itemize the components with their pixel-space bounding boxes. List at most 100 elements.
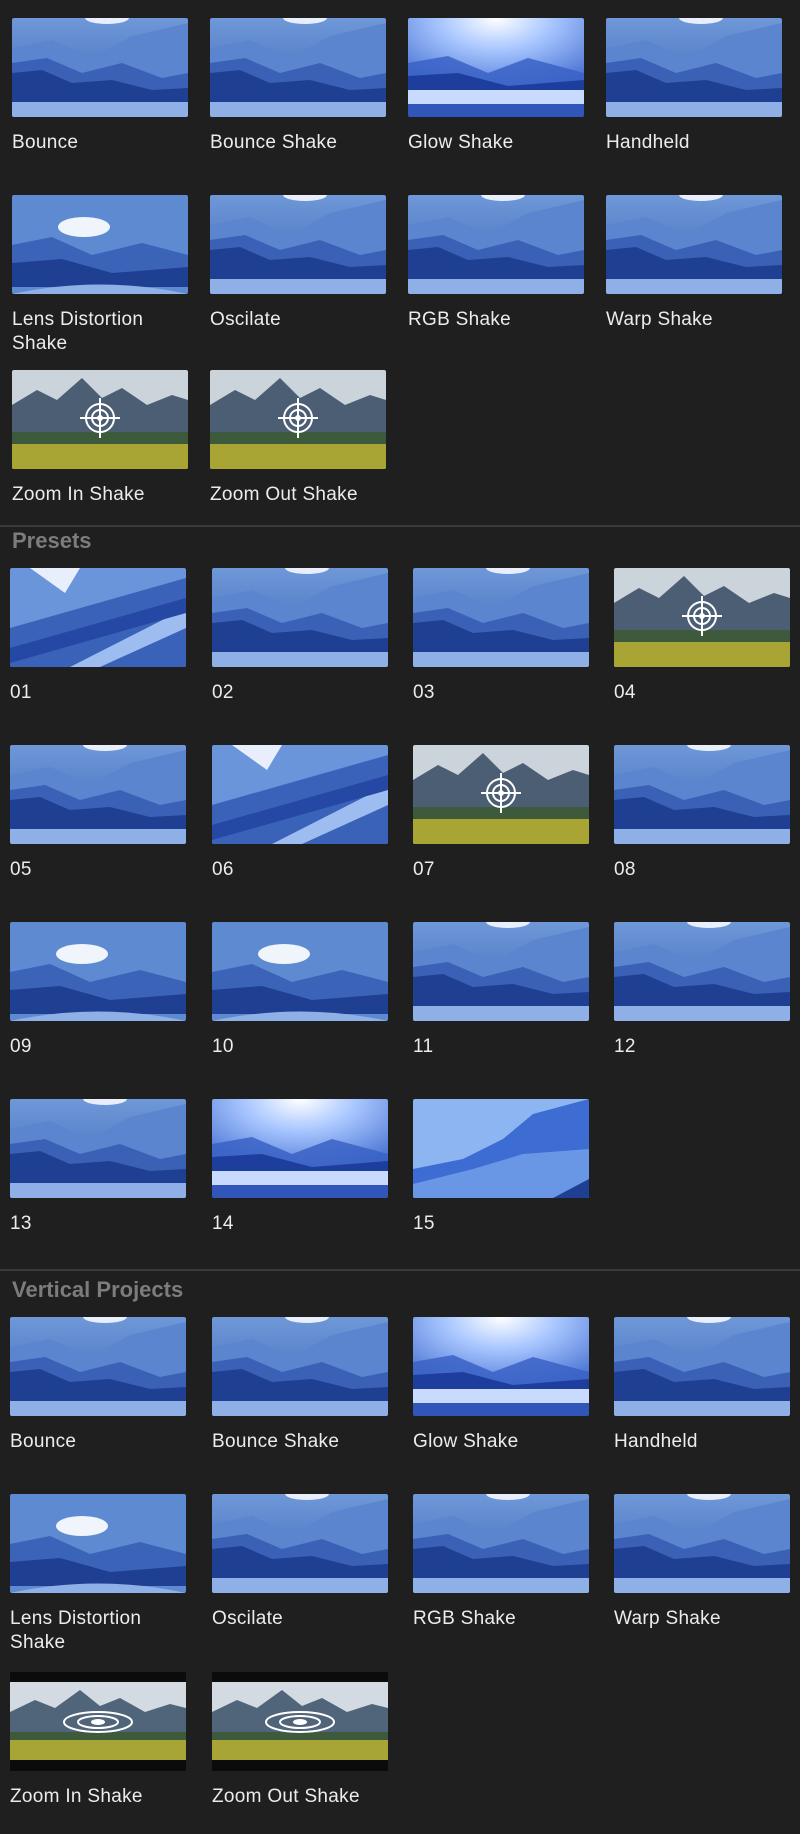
effect-label: Warp Shake	[606, 309, 713, 330]
preset-tile[interactable]: 06	[212, 745, 388, 882]
vertical-effect-tile[interactable]: Handheld	[614, 1317, 790, 1454]
preset-tile[interactable]: 09	[10, 922, 186, 1059]
effect-tile[interactable]: Zoom Out Shake	[210, 370, 386, 507]
preset-label: 02	[212, 682, 234, 703]
preset-label: 04	[614, 682, 636, 703]
preset-tile[interactable]: 05	[10, 745, 186, 882]
preset-label: 12	[614, 1036, 636, 1057]
vertical-effect-tile[interactable]: Bounce	[10, 1317, 186, 1454]
vertical-effect-tile[interactable]: Warp Shake	[614, 1494, 790, 1631]
mountains-blue-thumbnail	[10, 1317, 186, 1416]
preset-label: 13	[10, 1213, 32, 1234]
mountains-blue-thumbnail	[210, 195, 386, 294]
vertical-effect-tile[interactable]: Lens Distortion Shake	[10, 1494, 186, 1655]
preset-tile[interactable]: 01	[10, 568, 186, 705]
landscape-target-thumbnail	[12, 370, 188, 469]
mountains-glow-thumbnail	[413, 1317, 589, 1416]
landscape-target-wide-thumbnail	[212, 1672, 388, 1771]
mountains-lens-thumbnail	[10, 1494, 186, 1593]
effect-label: Bounce Shake	[212, 1431, 340, 1452]
effect-label: Handheld	[614, 1431, 698, 1452]
mountains-blue-thumbnail	[606, 18, 782, 117]
mountains-blue-thumbnail	[408, 195, 584, 294]
effect-tile[interactable]: Zoom In Shake	[12, 370, 188, 507]
landscape-target-thumbnail	[614, 568, 790, 667]
effect-tile[interactable]: Warp Shake	[606, 195, 782, 332]
preset-label: 08	[614, 859, 636, 880]
mountains-tilt-thumbnail	[10, 568, 186, 667]
preset-tile[interactable]: 04	[614, 568, 790, 705]
effect-label: Bounce	[12, 132, 79, 153]
mountains-blue-thumbnail	[606, 195, 782, 294]
effect-label: Zoom Out Shake	[212, 1786, 360, 1807]
effect-label: Glow Shake	[408, 132, 514, 153]
effect-label: Bounce Shake	[210, 132, 338, 153]
effect-label: RGB Shake	[413, 1608, 517, 1629]
effect-label: Zoom Out Shake	[210, 484, 358, 505]
preset-label: 06	[212, 859, 234, 880]
mountains-blue-thumbnail	[12, 18, 188, 117]
section-divider	[0, 525, 800, 527]
effect-label: RGB Shake	[408, 309, 512, 330]
vertical-effect-tile[interactable]: RGB Shake	[413, 1494, 589, 1631]
effect-tile[interactable]: Handheld	[606, 18, 782, 155]
preset-tile[interactable]: 11	[413, 922, 589, 1059]
preset-label: 07	[413, 859, 435, 880]
landscape-target-wide-thumbnail	[10, 1672, 186, 1771]
effect-tile[interactable]: Bounce	[12, 18, 188, 155]
vertical-effect-tile[interactable]: Zoom Out Shake	[212, 1672, 388, 1809]
vertical-effect-tile[interactable]: Glow Shake	[413, 1317, 589, 1454]
mountains-blue-thumbnail	[413, 922, 589, 1021]
mountains-lens-thumbnail	[10, 922, 186, 1021]
mountains-lens-thumbnail	[12, 195, 188, 294]
effect-label: Handheld	[606, 132, 690, 153]
mountains-blue-thumbnail	[413, 1494, 589, 1593]
preset-tile[interactable]: 10	[212, 922, 388, 1059]
preset-tile[interactable]: 07	[413, 745, 589, 882]
preset-tile[interactable]: 14	[212, 1099, 388, 1236]
mountains-tilt-thumbnail	[212, 745, 388, 844]
preset-label: 03	[413, 682, 435, 703]
preset-tile[interactable]: 12	[614, 922, 790, 1059]
preset-label: 01	[10, 682, 32, 703]
mountains-glow-thumbnail	[408, 18, 584, 117]
effect-label: Zoom In Shake	[10, 1786, 143, 1807]
mountains-blue-thumbnail	[614, 1317, 790, 1416]
preset-label: 14	[212, 1213, 234, 1234]
effect-label: Lens Distortion Shake	[12, 309, 144, 354]
section-divider	[0, 1269, 800, 1271]
mountains-blue-thumbnail	[212, 568, 388, 667]
preset-tile[interactable]: 03	[413, 568, 589, 705]
preset-label: 09	[10, 1036, 32, 1057]
landscape-target-thumbnail	[413, 745, 589, 844]
mountains-blue-thumbnail	[10, 745, 186, 844]
effect-tile[interactable]: RGB Shake	[408, 195, 584, 332]
effect-label: Oscilate	[212, 1608, 284, 1629]
effect-label: Lens Distortion Shake	[10, 1608, 142, 1653]
mountains-blue-thumbnail	[413, 568, 589, 667]
effect-tile[interactable]: Glow Shake	[408, 18, 584, 155]
effect-tile[interactable]: Bounce Shake	[210, 18, 386, 155]
mountains-blue-thumbnail	[212, 1494, 388, 1593]
preset-label: 11	[413, 1036, 434, 1057]
mountains-blue-thumbnail	[212, 1317, 388, 1416]
landscape-target-thumbnail	[210, 370, 386, 469]
effect-label: Oscilate	[210, 309, 282, 330]
vertical-effect-tile[interactable]: Oscilate	[212, 1494, 388, 1631]
preset-tile[interactable]: 08	[614, 745, 790, 882]
preset-tile[interactable]: 02	[212, 568, 388, 705]
preset-tile[interactable]: 13	[10, 1099, 186, 1236]
vertical-effect-tile[interactable]: Bounce Shake	[212, 1317, 388, 1454]
preset-label: 15	[413, 1213, 435, 1234]
effect-tile[interactable]: Oscilate	[210, 195, 386, 332]
mountains-lens-thumbnail	[212, 922, 388, 1021]
effect-label: Warp Shake	[614, 1608, 721, 1629]
effect-label: Zoom In Shake	[12, 484, 145, 505]
effect-label: Glow Shake	[413, 1431, 519, 1452]
mountains-blue-thumbnail	[614, 922, 790, 1021]
effect-label: Bounce	[10, 1431, 77, 1452]
mountains-glow-thumbnail	[212, 1099, 388, 1198]
preset-tile[interactable]: 15	[413, 1099, 589, 1236]
effect-tile[interactable]: Lens Distortion Shake	[12, 195, 188, 356]
vertical-effect-tile[interactable]: Zoom In Shake	[10, 1672, 186, 1809]
